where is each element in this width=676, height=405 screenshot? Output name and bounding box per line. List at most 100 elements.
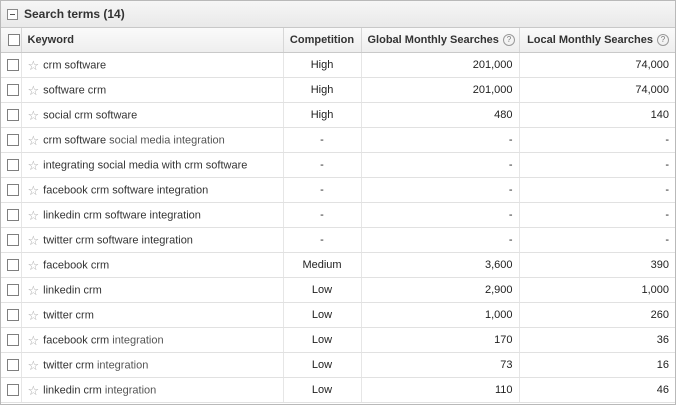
star-icon[interactable]: ☆ <box>28 309 40 322</box>
row-checkbox[interactable] <box>7 259 19 272</box>
row-select-cell <box>1 102 22 128</box>
star-icon[interactable]: ☆ <box>28 184 40 197</box>
table-row[interactable]: ☆ linkedin crm Low 2,900 1,000 <box>1 277 675 303</box>
keyword-text: integrating social media with crm softwa… <box>43 158 248 171</box>
keyword-cell: ☆ software crm <box>21 77 284 103</box>
keyword-text: crm software <box>43 133 107 146</box>
row-checkbox[interactable] <box>7 84 19 97</box>
table-row[interactable]: ☆ integrating social media with crm softw… <box>1 152 675 178</box>
row-checkbox[interactable] <box>7 384 19 397</box>
keyword-text: twitter crm software integration <box>43 233 193 246</box>
table-row[interactable]: ☆ social crm software High 480 140 <box>1 102 675 128</box>
keyword-cell: ☆ linkedin crm <box>21 277 284 303</box>
column-header-competition-label: Competition <box>289 34 355 46</box>
local-searches-cell: - <box>519 177 675 203</box>
table-row[interactable]: ☆ facebook crm software integration - - - <box>1 177 675 203</box>
table-row[interactable]: ☆ crm software social media integration - -… <box>1 127 675 153</box>
local-searches-cell: 140 <box>519 102 675 128</box>
row-checkbox[interactable] <box>7 309 19 322</box>
help-icon[interactable]: ? <box>502 34 515 47</box>
global-searches-cell: 201,000 <box>361 52 520 78</box>
keyword-cell: ☆ twitter crm integration <box>21 352 284 378</box>
local-searches-cell: 74,000 <box>519 77 675 103</box>
row-select-cell <box>1 127 22 153</box>
star-icon[interactable]: ☆ <box>28 134 40 147</box>
star-icon[interactable]: ☆ <box>28 159 40 172</box>
select-all-checkbox[interactable] <box>7 34 20 47</box>
column-header-competition[interactable]: Competition <box>283 28 362 53</box>
row-checkbox[interactable] <box>7 159 19 172</box>
keyword-cell: ☆ facebook crm integration <box>21 327 284 353</box>
star-icon[interactable]: ☆ <box>28 384 40 397</box>
competition-cell: Low <box>283 377 362 403</box>
global-searches-cell: - <box>361 127 520 153</box>
star-icon[interactable]: ☆ <box>28 259 40 272</box>
competition-cell: Low <box>283 302 362 328</box>
row-select-cell <box>1 352 22 378</box>
competition-cell: Low <box>283 352 362 378</box>
row-select-cell <box>1 202 22 228</box>
competition-cell: High <box>283 102 362 128</box>
table-body: ☆ crm software High 201,000 74,000 ☆ software … <box>1 52 675 403</box>
table-row[interactable]: ☆ crm software High 201,000 74,000 <box>1 52 675 78</box>
competition-cell: High <box>283 77 362 103</box>
local-searches-cell: 390 <box>519 252 675 278</box>
star-icon[interactable]: ☆ <box>28 284 40 297</box>
keyword-cell: ☆ twitter crm software integration <box>21 227 284 253</box>
row-checkbox[interactable] <box>7 109 19 122</box>
row-checkbox[interactable] <box>7 59 19 72</box>
star-icon[interactable]: ☆ <box>28 234 40 247</box>
row-select-cell <box>1 152 22 178</box>
table-row[interactable]: ☆ linkedin crm integration Low 110 46 <box>1 377 675 403</box>
row-checkbox[interactable] <box>7 234 19 247</box>
row-select-cell <box>1 327 22 353</box>
keyword-text: crm software <box>43 58 107 71</box>
table-row[interactable]: ☆ software crm High 201,000 74,000 <box>1 77 675 103</box>
help-icon[interactable]: ? <box>657 34 669 47</box>
panel-header[interactable]: Search terms (14) <box>1 1 675 28</box>
star-icon[interactable]: ☆ <box>28 334 40 347</box>
keyword-cell: ☆ social crm software <box>21 102 284 128</box>
row-checkbox[interactable] <box>7 334 19 347</box>
column-header-global-monthly-searches[interactable]: Global Monthly Searches? <box>361 28 520 53</box>
collapse-icon[interactable] <box>7 8 18 20</box>
keyword-cell: ☆ facebook crm <box>21 252 284 278</box>
row-checkbox[interactable] <box>7 184 19 197</box>
table-row[interactable]: ☆ linkedin crm software integration - - - <box>1 202 675 228</box>
star-icon[interactable]: ☆ <box>28 109 40 122</box>
row-select-cell <box>1 252 22 278</box>
global-searches-cell: 110 <box>361 377 520 403</box>
table-row[interactable]: ☆ facebook crm Medium 3,600 390 <box>1 252 675 278</box>
star-icon[interactable]: ☆ <box>28 59 40 72</box>
keyword-cell: ☆ crm software <box>21 52 284 78</box>
global-searches-cell: - <box>361 202 520 228</box>
table-row[interactable]: ☆ twitter crm Low 1,000 260 <box>1 302 675 328</box>
row-select-cell <box>1 227 22 253</box>
table-row[interactable]: ☆ facebook crm integration Low 170 36 <box>1 327 675 353</box>
star-icon[interactable]: ☆ <box>28 359 40 372</box>
competition-cell: - <box>283 127 362 153</box>
row-select-cell <box>1 77 22 103</box>
local-searches-cell: - <box>519 127 675 153</box>
keyword-cell: ☆ twitter crm <box>21 302 284 328</box>
row-checkbox[interactable] <box>7 284 19 297</box>
table-row[interactable]: ☆ twitter crm integration Low 73 16 <box>1 352 675 378</box>
table-row[interactable]: ☆ twitter crm software integration - - - <box>1 227 675 253</box>
column-header-local-monthly-searches[interactable]: Local Monthly Searches? <box>519 28 675 53</box>
star-icon[interactable]: ☆ <box>28 209 40 222</box>
global-searches-cell: 73 <box>361 352 520 378</box>
local-searches-cell: - <box>519 152 675 178</box>
global-searches-cell: 1,000 <box>361 302 520 328</box>
global-searches-cell: 3,600 <box>361 252 520 278</box>
row-checkbox[interactable] <box>7 134 19 147</box>
column-header-keyword[interactable]: Keyword <box>21 28 284 53</box>
keyword-cell: ☆ linkedin crm software integration <box>21 202 284 228</box>
keyword-text: social crm software <box>43 108 138 121</box>
row-checkbox[interactable] <box>7 359 19 372</box>
star-icon[interactable]: ☆ <box>28 84 40 97</box>
row-select-cell <box>1 277 22 303</box>
local-searches-cell: 16 <box>519 352 675 378</box>
row-checkbox[interactable] <box>7 209 19 222</box>
column-header-global-label: Global Monthly Searches <box>367 33 499 46</box>
keyword-text: facebook crm <box>43 258 110 271</box>
